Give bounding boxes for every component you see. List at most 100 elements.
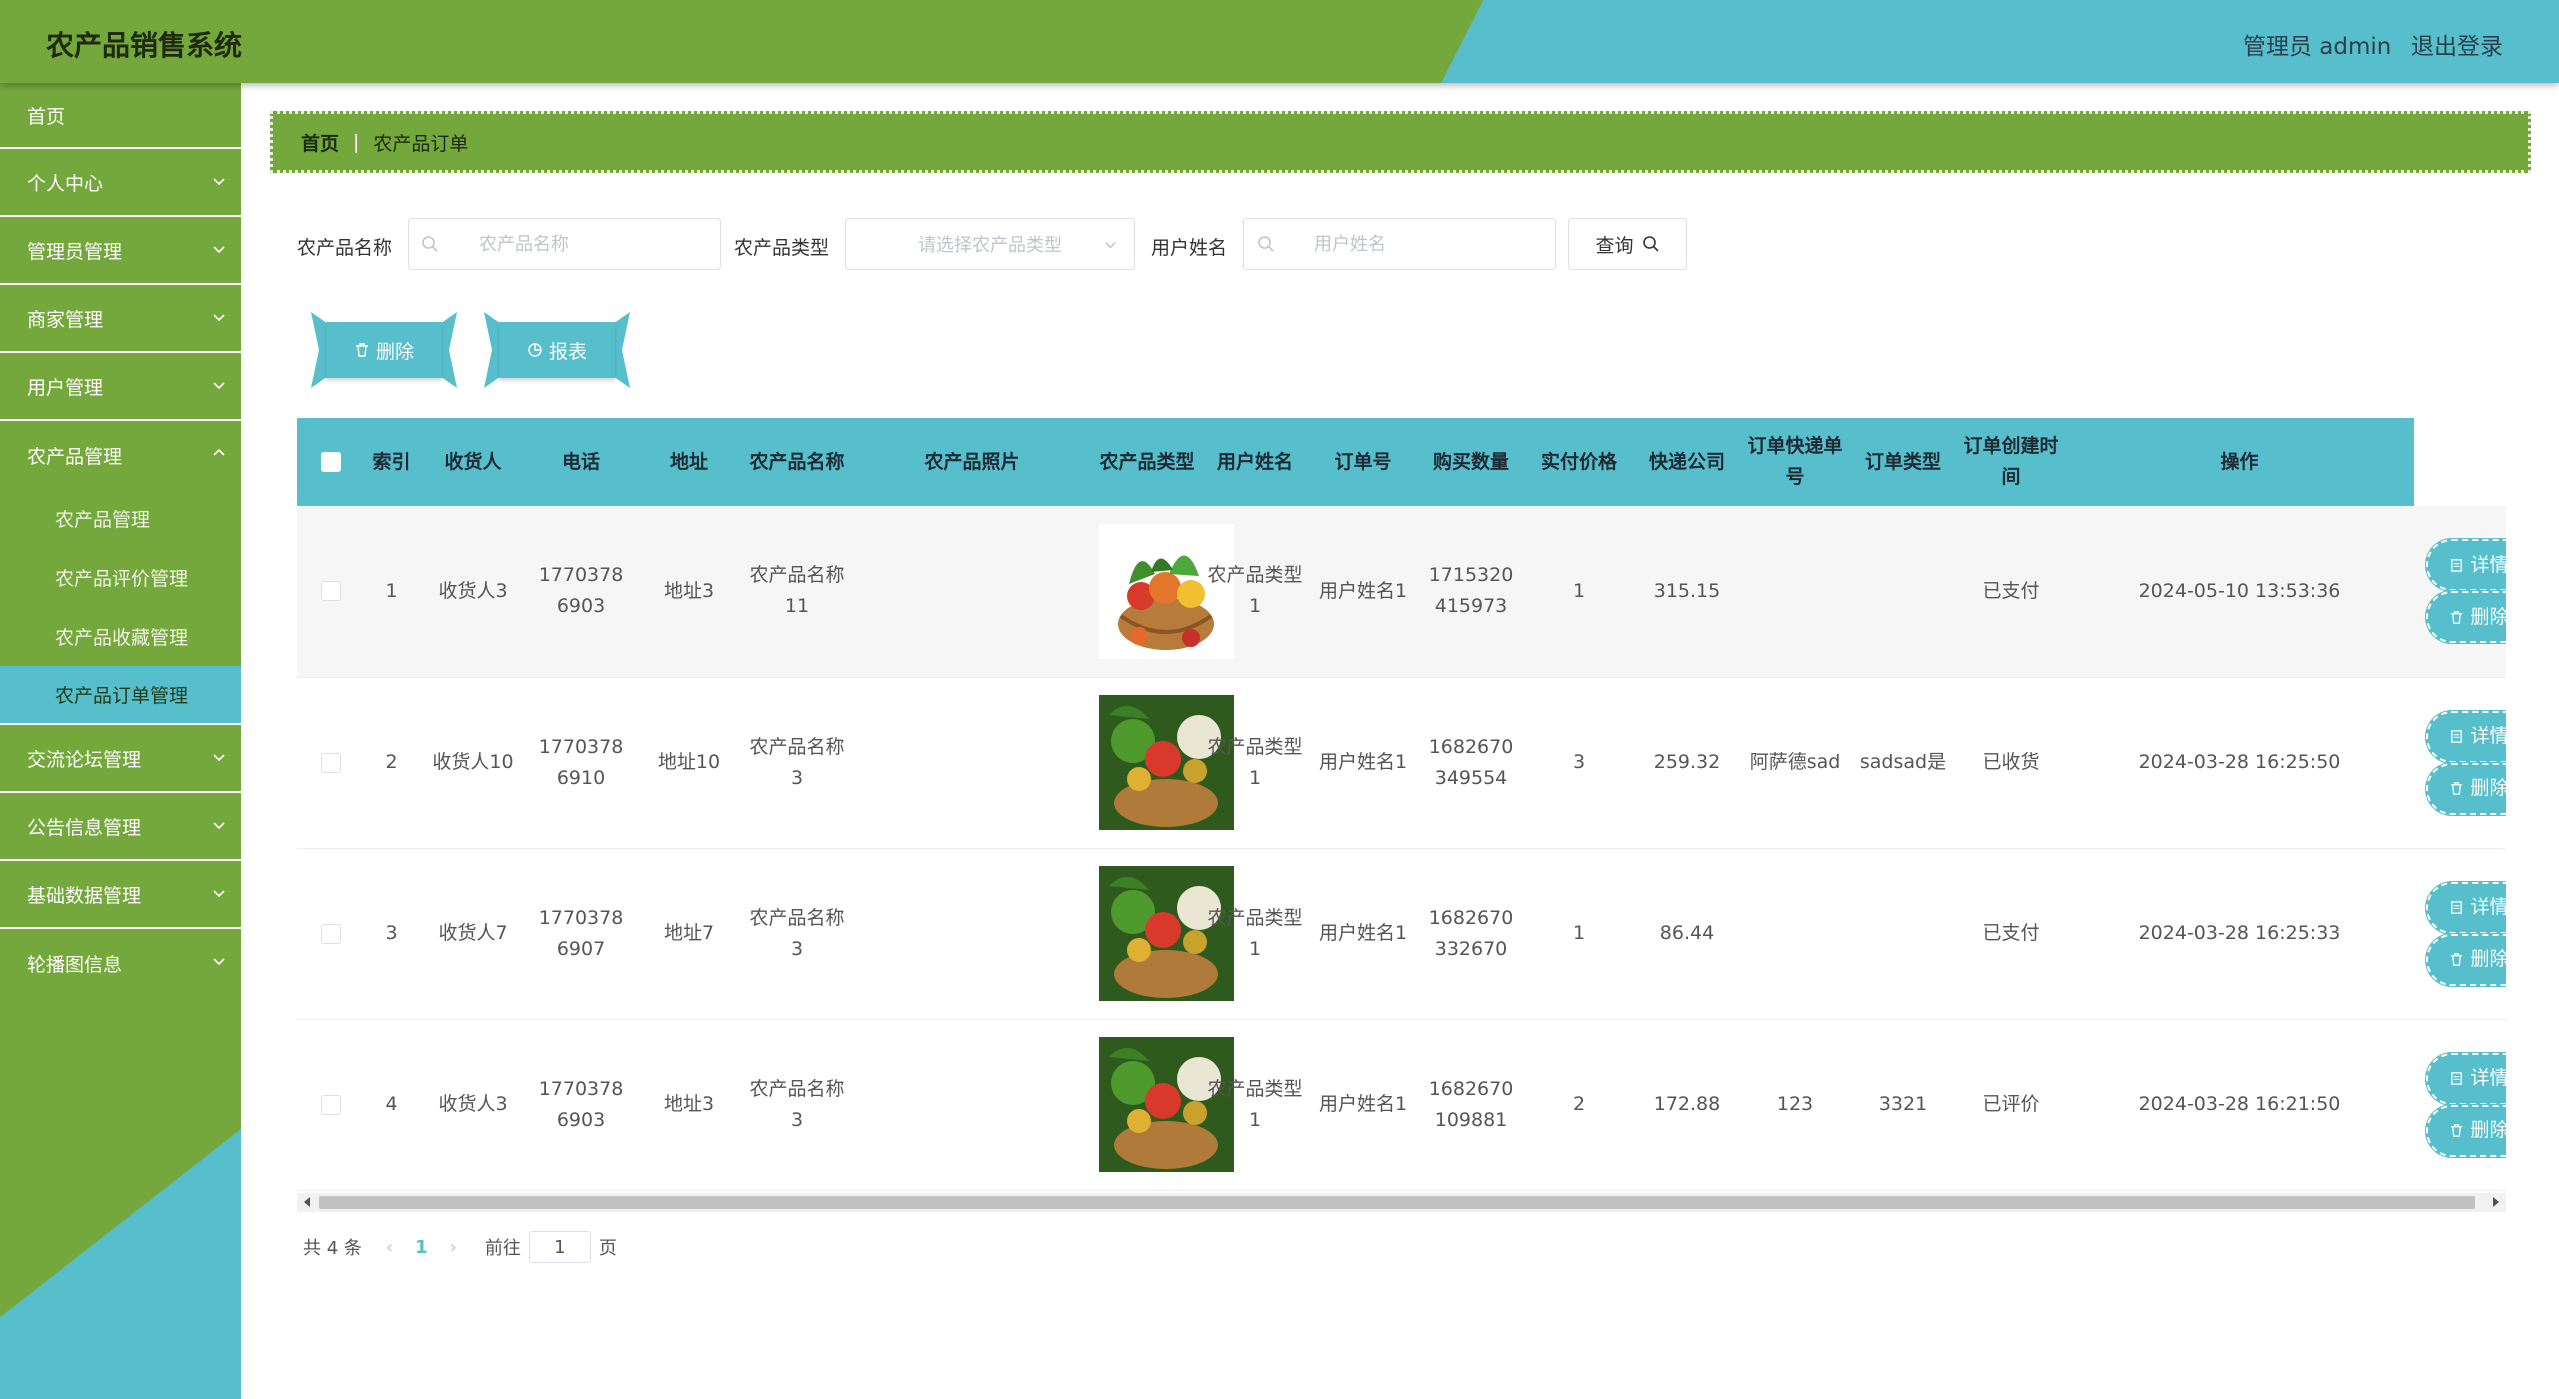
row-delete-button[interactable]: 删除 xyxy=(2426,762,2506,815)
chevron-down-icon xyxy=(213,958,225,966)
cell-user: 用户姓名1 xyxy=(1318,1093,1408,1115)
row-delete-button[interactable]: 删除 xyxy=(2426,1104,2506,1157)
row-checkbox[interactable] xyxy=(320,752,341,773)
sidebar-item-carousel[interactable]: 轮播图信息 xyxy=(0,929,241,997)
sidebar-item-forum-management[interactable]: 交流论坛管理 xyxy=(0,725,241,793)
chevron-down-icon xyxy=(213,178,225,186)
cell-tracking: 3321 xyxy=(1878,1093,1928,1115)
sidebar-item-base-data-management[interactable]: 基础数据管理 xyxy=(0,861,241,929)
goto-suffix: 页 xyxy=(598,1238,617,1259)
current-user-label[interactable]: 管理员 admin xyxy=(2243,27,2391,61)
cell-tracking xyxy=(1849,848,1957,1019)
row-select-cell[interactable] xyxy=(297,506,364,677)
submenu-item-product-review[interactable]: 农产品评价管理 xyxy=(0,548,241,607)
cell-status: 已支付 xyxy=(1982,579,2040,602)
cell-order-no: 1715320415973 xyxy=(1428,564,1514,618)
sidebar-item-user-management[interactable]: 用户管理 xyxy=(0,353,241,421)
column-header: 操作 xyxy=(2220,450,2259,473)
submenu-item-product-favorite[interactable]: 农产品收藏管理 xyxy=(0,607,241,666)
select-all-cell[interactable] xyxy=(297,418,364,506)
search-bar: 农产品名称 农产品类型 请选择农产品类型 用户姓名 查询 xyxy=(297,218,2517,270)
report-label: 报表 xyxy=(548,340,587,363)
vegetable-basket-photo xyxy=(1099,695,1234,830)
scroll-left-arrow-icon[interactable] xyxy=(304,1197,310,1207)
column-header: 实付价格 xyxy=(1540,450,1617,473)
next-page-icon[interactable]: › xyxy=(450,1237,457,1258)
goto-page-input[interactable] xyxy=(528,1231,591,1263)
detail-button[interactable]: 详情 xyxy=(2426,1052,2506,1105)
trash-icon xyxy=(355,343,368,357)
sidebar-item-product-management[interactable]: 农产品管理 xyxy=(0,421,241,489)
batch-delete-button[interactable]: 删除 xyxy=(309,312,459,388)
sidebar-item-label: 基础数据管理 xyxy=(27,884,142,907)
detail-button[interactable]: 详情 xyxy=(2426,881,2506,934)
product-type-select[interactable]: 请选择农产品类型 xyxy=(845,218,1135,270)
cell-operations: 详情 删除 xyxy=(2414,677,2506,848)
column-header: 索引 xyxy=(372,450,411,473)
sidebar-item-merchant-management[interactable]: 商家管理 xyxy=(0,285,241,353)
column-header: 收货人 xyxy=(444,450,502,473)
user-name-input[interactable] xyxy=(1243,218,1556,270)
breadcrumb: 首页 | 农产品订单 xyxy=(270,111,2531,173)
row-checkbox[interactable] xyxy=(320,923,341,944)
row-select-cell[interactable] xyxy=(297,848,364,1019)
table-horizontal-scrollbar[interactable] xyxy=(297,1193,2506,1212)
cell-status: 已收货 xyxy=(1982,751,2040,773)
cell-photo xyxy=(1093,677,1234,848)
document-icon xyxy=(2451,558,2463,572)
breadcrumb-home[interactable]: 首页 xyxy=(301,129,339,156)
orders-table: 索引 收货人 电话 地址 农产品名称 农产品照片 农产品类型 用户姓名 订单号 … xyxy=(297,418,2506,1191)
row-select-cell[interactable] xyxy=(297,677,364,848)
cell-tracking: sadsad是 xyxy=(1859,751,1947,773)
app-title: 农产品销售系统 xyxy=(46,29,243,62)
row-delete-button[interactable]: 删除 xyxy=(2426,933,2506,986)
vegetable-basket-photo xyxy=(1099,866,1234,1001)
sidebar-item-personal-center[interactable]: 个人中心 xyxy=(0,149,241,217)
cell-price: 259.32 xyxy=(1653,751,1721,773)
cell-status: 已评价 xyxy=(1982,1093,2040,1115)
prev-page-icon[interactable]: ‹ xyxy=(386,1237,393,1258)
cell-order-no: 1682670349554 xyxy=(1428,735,1514,789)
column-header: 订单快递单号 xyxy=(1747,435,1843,488)
column-header: 快递公司 xyxy=(1648,450,1725,473)
detail-button[interactable]: 详情 xyxy=(2426,539,2506,592)
sidebar-item-admin-management[interactable]: 管理员管理 xyxy=(0,217,241,285)
document-icon xyxy=(2451,730,2463,743)
column-header: 订单号 xyxy=(1334,450,1392,473)
column-header: 地址 xyxy=(669,450,708,473)
logout-button[interactable]: 退出登录 xyxy=(2411,27,2503,61)
cell-qty: 1 xyxy=(1572,579,1586,602)
row-delete-label: 删除 xyxy=(2470,1119,2506,1141)
submenu-item-product[interactable]: 农产品管理 xyxy=(0,489,241,548)
product-type-placeholder: 请选择农产品类型 xyxy=(918,235,1062,256)
query-button[interactable]: 查询 xyxy=(1568,218,1687,270)
product-name-input[interactable] xyxy=(408,218,721,270)
detail-button[interactable]: 详情 xyxy=(2426,710,2506,763)
trash-icon xyxy=(2451,953,2463,966)
cell-price: 315.15 xyxy=(1653,579,1721,602)
cell-order-no: 1682670332670 xyxy=(1428,906,1514,960)
scrollbar-thumb[interactable] xyxy=(319,1196,2475,1209)
trash-icon xyxy=(2451,782,2463,795)
row-checkbox[interactable] xyxy=(320,1094,341,1115)
cell-address: 地址7 xyxy=(663,922,715,944)
cell-product: 农产品名称3 xyxy=(749,906,845,960)
report-button[interactable]: 报表 xyxy=(482,312,632,388)
row-delete-button[interactable]: 删除 xyxy=(2426,591,2506,644)
search-icon xyxy=(1258,236,1274,252)
page-number-current[interactable]: 1 xyxy=(415,1237,428,1258)
cell-created: 2024-03-28 16:21:50 xyxy=(2138,1093,2341,1115)
cell-product: 农产品名称3 xyxy=(749,735,845,789)
chevron-down-icon xyxy=(213,890,225,898)
column-header: 农产品名称 xyxy=(749,450,845,473)
row-select-cell[interactable] xyxy=(297,1019,364,1190)
cell-index: 3 xyxy=(385,922,398,944)
row-checkbox[interactable] xyxy=(320,581,341,602)
trash-icon xyxy=(2451,610,2463,624)
select-all-checkbox[interactable] xyxy=(320,452,341,472)
cell-operations: 详情 删除 xyxy=(2414,506,2506,677)
submenu-item-product-order[interactable]: 农产品订单管理 xyxy=(0,666,241,725)
sidebar-item-notice-management[interactable]: 公告信息管理 xyxy=(0,793,241,861)
sidebar-item-home[interactable]: 首页 xyxy=(0,83,241,149)
scroll-right-arrow-icon[interactable] xyxy=(2493,1197,2499,1207)
